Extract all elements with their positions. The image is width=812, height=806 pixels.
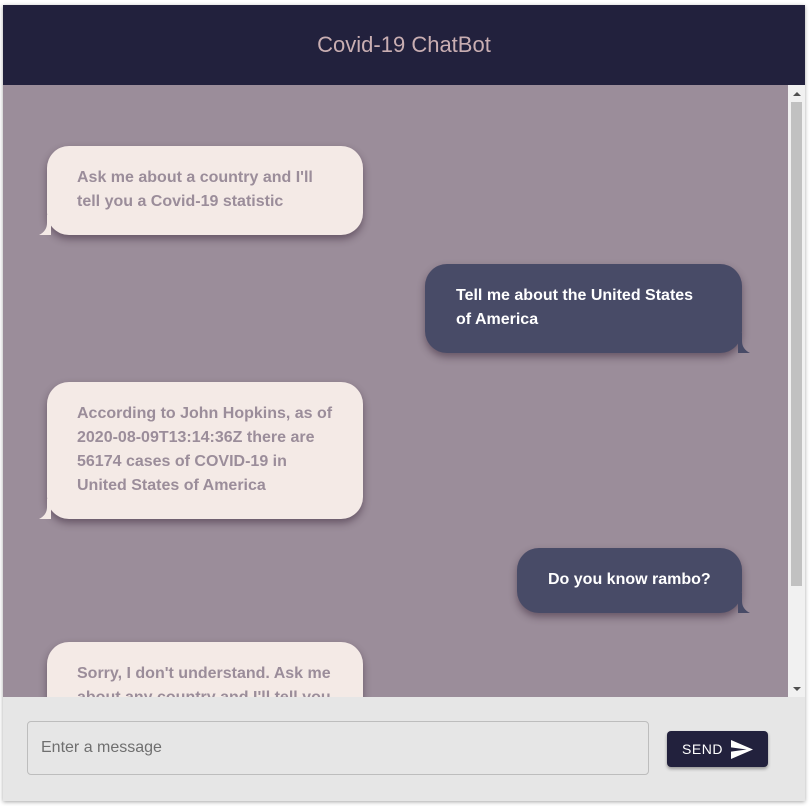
message-text: According to John Hopkins, as of 2020-08… — [77, 405, 333, 494]
user-message: Do you know rambo? — [517, 548, 750, 613]
bubble-tail — [39, 215, 51, 235]
message-text: Tell me about the United States of Ameri… — [456, 287, 694, 328]
send-button-label: SEND — [682, 741, 723, 757]
message-text: Sorry, I don't understand. Ask me about … — [77, 665, 331, 697]
message-input[interactable]: Enter a message — [27, 721, 649, 775]
scroll-thumb[interactable] — [791, 102, 802, 586]
vertical-scrollbar[interactable] — [788, 85, 805, 697]
message-input-placeholder: Enter a message — [41, 739, 162, 756]
bubble-tail — [738, 333, 750, 353]
bot-message: Sorry, I don't understand. Ask me about … — [47, 642, 363, 697]
user-message: Tell me about the United States of Ameri… — [425, 264, 750, 353]
send-button[interactable]: SEND — [667, 731, 768, 767]
message-list[interactable]: Ask me about a country and I'll tell you… — [3, 85, 805, 697]
chatbot-window: Covid-19 ChatBot Ask me about a country … — [3, 5, 805, 801]
header: Covid-19 ChatBot — [3, 5, 805, 85]
send-icon — [730, 739, 753, 759]
bubble-tail — [738, 593, 750, 613]
bubble-tail — [39, 499, 51, 519]
page-title: Covid-19 ChatBot — [317, 32, 491, 57]
bot-message: Ask me about a country and I'll tell you… — [39, 146, 363, 235]
message-text: Ask me about a country and I'll tell you… — [77, 169, 313, 210]
message-text: Do you know rambo? — [548, 571, 711, 588]
bot-message: According to John Hopkins, as of 2020-08… — [39, 382, 363, 519]
message-composer: Enter a message SEND — [3, 697, 805, 801]
scroll-up-arrow-icon[interactable] — [788, 85, 805, 102]
scroll-down-arrow-icon[interactable] — [788, 680, 805, 697]
